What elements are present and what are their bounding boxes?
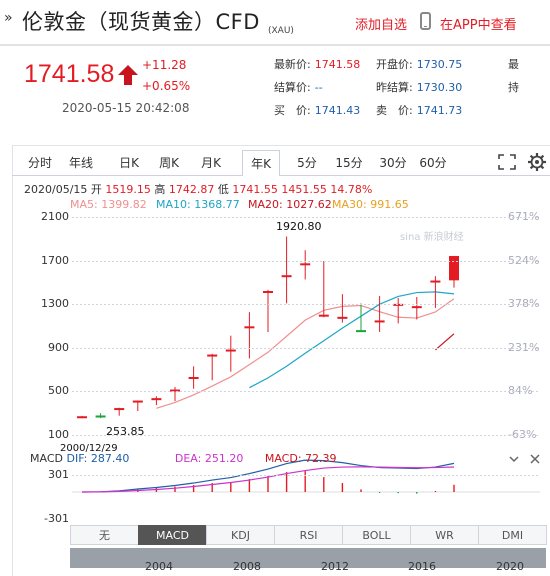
candle-body (225, 349, 236, 352)
macd-label: MACD: (264, 452, 302, 465)
grid-line (72, 217, 540, 218)
chevron-down-icon[interactable] (507, 452, 521, 466)
min-price-label: 253.85 (106, 425, 145, 438)
macd-axis-bottom: -301 (44, 512, 69, 525)
candle-body (207, 354, 218, 357)
indicator-tab-rsi[interactable]: RSI (274, 525, 343, 545)
candle-body (281, 275, 292, 278)
price-axis-tick: 2100 (41, 210, 69, 223)
candle-body (132, 400, 143, 403)
indicator-tab-dmi[interactable]: DMI (478, 525, 547, 545)
navigator-year: 2016 (408, 560, 436, 573)
macd-title: MACD (30, 452, 63, 465)
grid-line (72, 260, 540, 262)
start-date-label: 2000/12/29 (60, 443, 118, 454)
candle-body (244, 326, 255, 329)
macd-value: 72.39 (305, 452, 337, 465)
candle-body (300, 263, 311, 266)
dea-label: DEA: (174, 452, 202, 465)
price-axis-tick: 1300 (41, 297, 69, 311)
candle-body (77, 416, 87, 419)
timeline-navigator[interactable] (70, 548, 546, 568)
navigator-year: 2004 (145, 560, 173, 573)
macd-axis-top: 301 (48, 468, 69, 481)
price-axis-tick: 900 (48, 340, 69, 354)
candle-body (95, 415, 106, 418)
indicator-tab-boll[interactable]: BOLL (342, 525, 411, 545)
candle-body (151, 398, 162, 401)
grid-line (72, 391, 540, 393)
candle-body (430, 280, 441, 283)
indicator-tabs: 无 MACD KDJ RSI BOLL WR DMI (70, 525, 547, 545)
max-price-label: 1920.80 (276, 220, 322, 233)
indicator-tab-无[interactable]: 无 (70, 525, 139, 545)
navigator-year: 2008 (233, 560, 261, 573)
dea-value: 251.20 (204, 452, 244, 465)
navigator-year: 2012 (321, 560, 349, 573)
candle-body (263, 291, 273, 294)
close-icon[interactable] (528, 452, 542, 466)
indicator-tab-wr[interactable]: WR (410, 525, 479, 545)
navigator-year: 2020 (496, 560, 524, 573)
price-axis-tick: 500 (48, 384, 69, 398)
candle-body (318, 314, 329, 317)
grid-line (72, 304, 540, 306)
price-axis-tick: 100 (48, 428, 69, 441)
candlestick-chart[interactable] (0, 0, 550, 575)
indicator-tab-macd[interactable]: MACD (138, 525, 207, 545)
candle-body (337, 316, 348, 319)
macd-grid-line (72, 475, 540, 476)
candle-body (411, 306, 422, 309)
candle-body (114, 408, 125, 411)
candle-body (374, 320, 385, 323)
candle-body (188, 377, 199, 380)
indicator-tab-kdj[interactable]: KDJ (206, 525, 275, 545)
price-axis-tick: 1700 (41, 253, 69, 267)
grid-line (72, 347, 540, 349)
candle-body (356, 330, 366, 333)
